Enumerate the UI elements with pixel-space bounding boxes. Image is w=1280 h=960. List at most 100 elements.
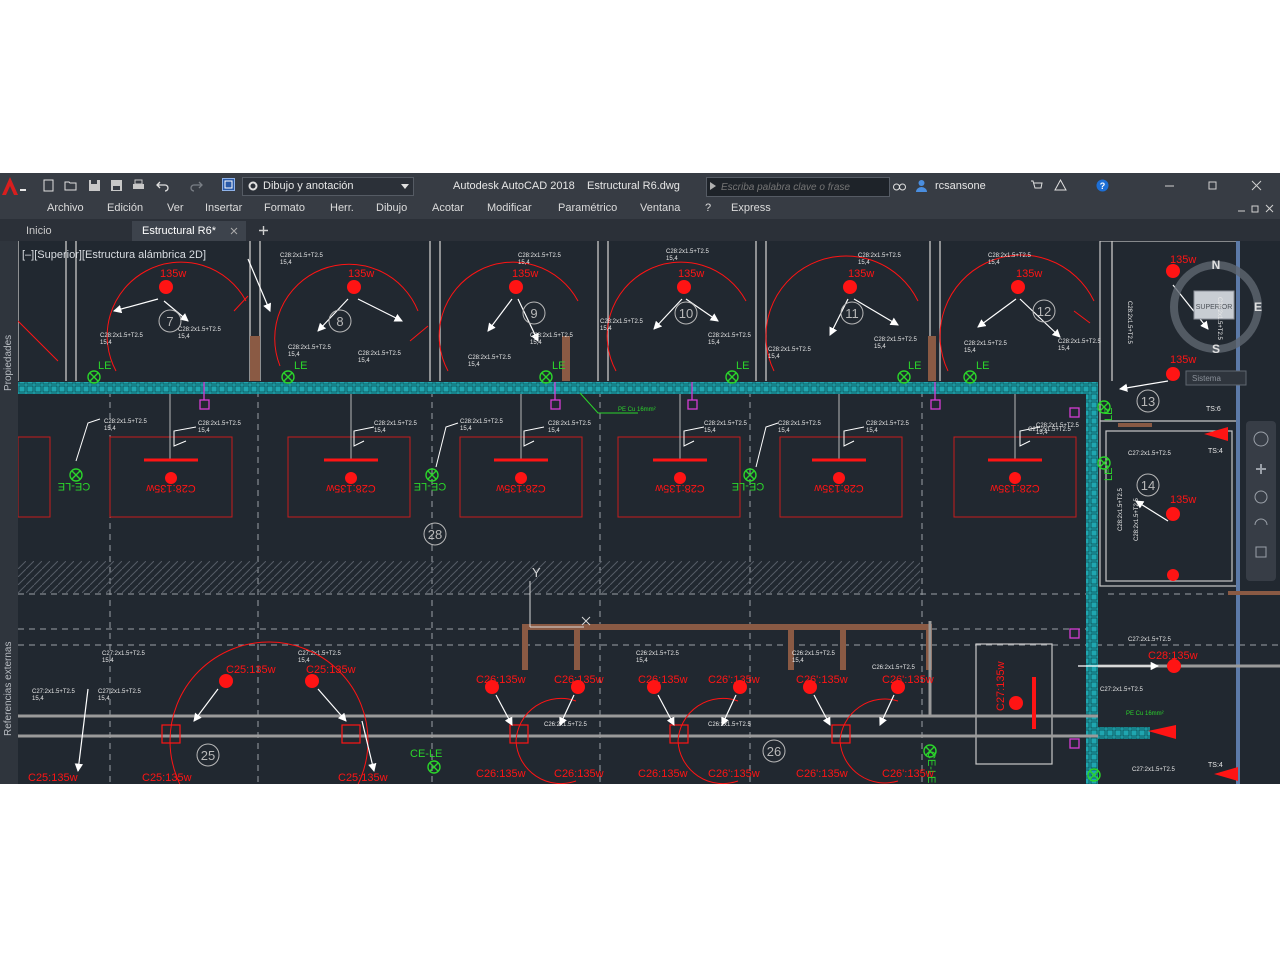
workspace-switch-icon[interactable] — [222, 178, 235, 191]
tab-inicio[interactable]: Inicio — [16, 221, 128, 241]
viewport-controls-label[interactable]: [–][Superior][Estructura alámbrica 2D] — [22, 249, 206, 261]
svg-text:11: 11 — [845, 306, 859, 321]
top-room-lamps — [18, 254, 1180, 581]
svg-text:C28:2x1.5+T2.5: C28:2x1.5+T2.5 — [530, 333, 574, 339]
search-box[interactable] — [706, 177, 890, 197]
menu-ver[interactable]: Ver — [167, 202, 184, 214]
menu-archivo[interactable]: Archivo — [47, 202, 84, 214]
svg-text:C28:2x1.5+T2.5: C28:2x1.5+T2.5 — [1058, 339, 1102, 345]
c27-fixture-bar — [1032, 677, 1036, 729]
close-tab-icon[interactable] — [230, 227, 238, 235]
viewcube-east[interactable]: E — [1254, 300, 1262, 314]
menu-parametrico[interactable]: Paramétrico — [558, 202, 617, 214]
tab-label: Inicio — [26, 225, 52, 237]
print-icon[interactable] — [132, 179, 145, 192]
svg-text:C27:2x1.5+T2.5: C27:2x1.5+T2.5 — [98, 689, 142, 695]
redo-icon[interactable] — [190, 179, 203, 192]
svg-text:C26':135w: C26':135w — [708, 674, 760, 686]
tab-label: Estructural R6* — [142, 225, 216, 237]
restore-icon[interactable] — [1206, 179, 1219, 192]
svg-text:C28:2x1.5+T2.5: C28:2x1.5+T2.5 — [358, 351, 402, 357]
svg-text:C26':135w: C26':135w — [882, 768, 934, 780]
svg-text:15,4: 15,4 — [104, 426, 116, 432]
svg-text:15,4: 15,4 — [280, 260, 292, 266]
open-folder-icon[interactable] — [64, 179, 77, 192]
circuit-annotations: C28:2x1.5+T2.515,4 C28:2x1.5+T2.515,4 C2… — [32, 419, 1176, 773]
menu-ventana[interactable]: Ventana — [640, 202, 680, 214]
tab-estructural-r6[interactable]: Estructural R6* — [132, 221, 246, 241]
minimize-icon[interactable] — [1163, 179, 1176, 192]
palette-referencias-externas[interactable]: Referencias externas — [3, 642, 14, 737]
svg-text:C28:2x1.5+T2.5: C28:2x1.5+T2.5 — [198, 421, 242, 427]
viewcube-north[interactable]: N — [1212, 258, 1221, 272]
svg-text:135w: 135w — [848, 268, 874, 280]
menu-modificar[interactable]: Modificar — [487, 202, 532, 214]
side-wall-stub — [1098, 727, 1150, 739]
svg-text:PE Cu 16mm²: PE Cu 16mm² — [618, 407, 656, 413]
svg-text:C27:2x1.5+T2.5: C27:2x1.5+T2.5 — [1100, 687, 1144, 693]
svg-text:C27:2x1.5+T2.5: C27:2x1.5+T2.5 — [1132, 767, 1176, 773]
menu-ayuda[interactable]: ? — [705, 202, 711, 214]
svg-text:C26':135w: C26':135w — [708, 768, 760, 780]
new-file-icon[interactable] — [42, 179, 55, 192]
svg-text:C27:2x1.5+T2.5: C27:2x1.5+T2.5 — [32, 689, 76, 695]
menu-formato[interactable]: Formato — [264, 202, 305, 214]
workspace-label: Dibujo y anotación — [263, 180, 354, 192]
svg-text:C27:135w: C27:135w — [995, 661, 1007, 711]
menu-acotar[interactable]: Acotar — [432, 202, 464, 214]
svg-text:C28:2x1.5+T2.5: C28:2x1.5+T2.5 — [280, 253, 324, 259]
new-tab-plus-icon[interactable] — [258, 225, 269, 236]
menu-dibujo[interactable]: Dibujo — [376, 202, 407, 214]
title-bar: Dibujo y anotación Autodesk AutoCAD 2018… — [0, 173, 1280, 199]
chevron-down-icon — [401, 184, 409, 189]
svg-text:LE: LE — [736, 360, 749, 372]
svg-text:C28:2x1.5+T2.5: C28:2x1.5+T2.5 — [874, 337, 918, 343]
menu-express[interactable]: Express — [731, 202, 771, 214]
svg-text:LE: LE — [1103, 468, 1115, 481]
a360-icon[interactable] — [1054, 179, 1067, 192]
svg-text:C26:2x1.5+T2.5: C26:2x1.5+T2.5 — [708, 722, 752, 728]
top-lamp-labels: 135w 135w 135w 135w 135w 135w 135w 135w … — [160, 254, 1196, 506]
drawing-canvas[interactable]: C28:135w C28:135w C28:135w C28:135w C28:… — [18, 241, 1280, 784]
palette-propiedades[interactable]: Propiedades — [3, 335, 14, 391]
undo-icon[interactable] — [156, 179, 169, 192]
svg-text:C26:135w: C26:135w — [638, 768, 688, 780]
svg-text:C28:2x1.5+T2.5: C28:2x1.5+T2.5 — [1126, 301, 1132, 345]
svg-text:C28:2x1.5+T2.5: C28:2x1.5+T2.5 — [988, 253, 1032, 259]
cart-icon[interactable] — [1030, 179, 1043, 192]
svg-text:15,4: 15,4 — [198, 428, 210, 434]
binoculars-icon[interactable] — [893, 179, 906, 192]
svg-text:15,4: 15,4 — [636, 658, 648, 664]
svg-text:C28:2x1.5+T2.5: C28:2x1.5+T2.5 — [374, 421, 418, 427]
svg-text:14: 14 — [1141, 478, 1155, 493]
document-window-controls-icon[interactable] — [1236, 203, 1276, 215]
svg-text:C28:2x1.5+T2.5: C28:2x1.5+T2.5 — [460, 419, 504, 425]
svg-text:LE: LE — [294, 360, 307, 372]
user-name[interactable]: rcsansone — [935, 180, 986, 192]
help-icon[interactable]: ? — [1096, 179, 1109, 192]
svg-text:C28:2x1.5+T2.5: C28:2x1.5+T2.5 — [666, 249, 710, 255]
svg-text:15,4: 15,4 — [288, 352, 300, 358]
menu-insertar[interactable]: Insertar — [205, 202, 242, 214]
svg-text:135w: 135w — [512, 268, 538, 280]
svg-text:15,4: 15,4 — [374, 428, 386, 434]
menu-edicion[interactable]: Edición — [107, 202, 143, 214]
save-icon[interactable] — [88, 179, 101, 192]
svg-text:12: 12 — [1037, 304, 1051, 319]
svg-text:15,4: 15,4 — [600, 326, 612, 332]
user-icon[interactable] — [915, 179, 928, 192]
viewcube-south[interactable]: S — [1212, 342, 1220, 356]
svg-text:C26:2x1.5+T2.5: C26:2x1.5+T2.5 — [792, 651, 836, 657]
search-input[interactable] — [719, 179, 888, 195]
menu-herramientas[interactable]: Herr. — [330, 202, 354, 214]
svg-text:C26:135w: C26:135w — [638, 674, 688, 686]
drawing-viewport[interactable]: C28:135w C28:135w C28:135w C28:135w C28:… — [18, 241, 1280, 784]
corridor-wall — [18, 382, 1094, 394]
navigation-bar — [1246, 421, 1276, 581]
workspace-dropdown[interactable]: Dibujo y anotación — [242, 177, 414, 196]
autocad-logo-icon[interactable] — [0, 175, 30, 198]
save-as-icon[interactable] — [110, 179, 123, 192]
close-icon[interactable] — [1250, 179, 1263, 192]
svg-text:15,4: 15,4 — [460, 426, 472, 432]
svg-text:15,4: 15,4 — [98, 696, 110, 702]
